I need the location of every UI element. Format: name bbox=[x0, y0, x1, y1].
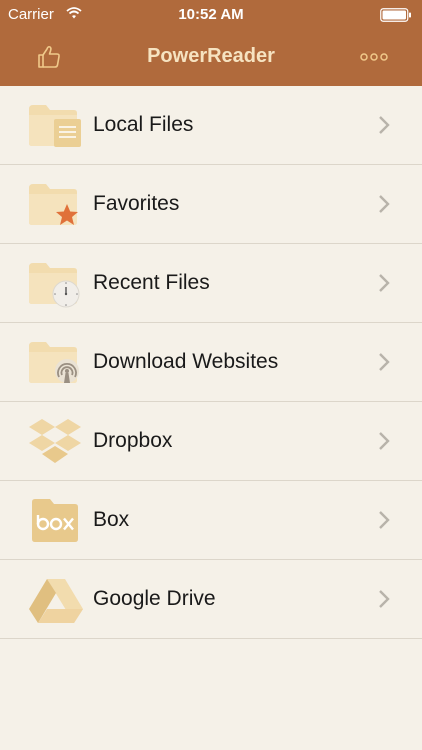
source-list: Local Files Favorites Recent Files Downl… bbox=[0, 86, 422, 639]
google-drive-icon bbox=[29, 579, 83, 623]
list-item-favorites[interactable]: Favorites bbox=[0, 165, 422, 244]
list-item-box[interactable]: Box bbox=[0, 481, 422, 560]
list-item-label: Dropbox bbox=[93, 429, 173, 452]
favorites-folder-icon bbox=[29, 184, 78, 225]
list-item-label: Local Files bbox=[93, 113, 194, 136]
chevron-right-icon bbox=[379, 590, 390, 608]
dropbox-icon bbox=[29, 419, 81, 463]
list-item-label: Download Websites bbox=[93, 350, 279, 373]
list-item-google-drive[interactable]: Google Drive bbox=[0, 560, 422, 639]
nav-bar: PowerReader bbox=[0, 30, 422, 86]
list-item-recent-files[interactable]: Recent Files bbox=[0, 244, 422, 323]
list-item-label: Box bbox=[93, 508, 130, 531]
chevron-right-icon bbox=[379, 353, 390, 371]
chevron-right-icon bbox=[379, 511, 390, 529]
chevron-right-icon bbox=[379, 195, 390, 213]
list-item-label: Google Drive bbox=[93, 587, 216, 610]
chevron-right-icon bbox=[379, 432, 390, 450]
list-item-label: Recent Files bbox=[93, 271, 210, 294]
chevron-right-icon bbox=[379, 116, 390, 134]
list-item-download-websites[interactable]: Download Websites bbox=[0, 323, 422, 402]
local-files-folder-icon bbox=[29, 105, 81, 147]
status-bar: Carrier 10:52 AM bbox=[0, 0, 422, 30]
nav-title: PowerReader bbox=[147, 45, 275, 67]
list-item-dropbox[interactable]: Dropbox bbox=[0, 402, 422, 481]
box-icon bbox=[32, 499, 78, 542]
list-item-local-files[interactable]: Local Files bbox=[0, 86, 422, 165]
status-time: 10:52 AM bbox=[178, 6, 244, 23]
more-icon[interactable] bbox=[360, 50, 388, 64]
download-websites-folder-icon bbox=[29, 342, 79, 383]
battery-icon bbox=[380, 8, 411, 22]
list-item-label: Favorites bbox=[93, 192, 180, 215]
header: Carrier 10:52 AM PowerReader bbox=[0, 0, 422, 86]
chevron-right-icon bbox=[379, 274, 390, 292]
recent-files-folder-icon bbox=[29, 263, 80, 308]
